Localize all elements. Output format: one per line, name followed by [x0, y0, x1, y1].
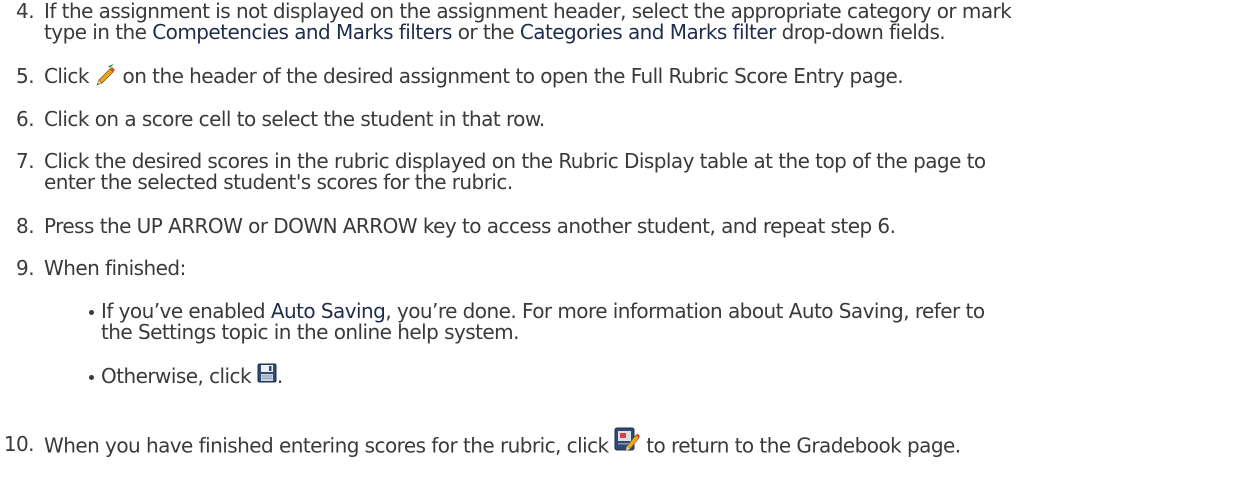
bullet-text-segment: . — [276, 364, 283, 388]
step-number: 8. — [16, 214, 35, 238]
bullet-dot — [89, 310, 94, 315]
step-text: Click on the header of the desired assig… — [44, 63, 904, 89]
return-to-gradebook-icon — [614, 426, 641, 452]
step-line: Click the desired scores in the rubric d… — [44, 149, 986, 173]
bullet-line: If you’ve enabled Auto Saving, you’re do… — [101, 301, 985, 322]
step-text-segment: Press the UP ARROW or DOWN ARROW key to … — [44, 214, 896, 238]
competencies-marks-filters-label: Competencies and Marks filters — [152, 20, 452, 44]
step-number: 6. — [16, 107, 35, 131]
step-line: type in the Competencies and Marks filte… — [44, 22, 1011, 43]
bullet-text-segment: Otherwise, click — [101, 364, 257, 388]
step-line: If the assignment is not displayed on th… — [44, 1, 1012, 22]
step-line: enter the selected student's scores for … — [44, 170, 513, 194]
save-icon — [257, 363, 277, 383]
step-text-segment: type in the — [44, 20, 153, 44]
step-text-segment: to return to the Gradebook page. — [640, 433, 961, 458]
step-text-segment: When finished: — [44, 256, 186, 280]
categories-marks-filter-label: Categories and Marks filter — [519, 20, 776, 44]
instruction-document: 4. If the assignment is not displayed on… — [0, 0, 1254, 489]
step-number: 10. — [3, 432, 35, 456]
step-text: Click on a score cell to select the stud… — [44, 109, 545, 130]
step-text: When you have finished entering scores f… — [44, 427, 961, 460]
step-number: 4. — [16, 0, 35, 23]
bullet-text: Otherwise, click . — [101, 363, 283, 388]
pencil-icon — [95, 63, 117, 86]
bullet-line: the Settings topic in the online help sy… — [101, 320, 519, 344]
step-text-segment: When you have finished entering scores f… — [44, 433, 615, 458]
step-text-segment: or the — [451, 20, 520, 44]
step-number: 5. — [16, 64, 35, 88]
step-text-segment: on the header of the desired assignment … — [116, 64, 904, 88]
step-text: When finished: — [44, 258, 186, 279]
bullet-text: If you’ve enabled Auto Saving, you’re do… — [101, 301, 985, 343]
step-text: Click the desired scores in the rubric d… — [44, 151, 986, 193]
step-text: If the assignment is not displayed on th… — [44, 1, 1012, 43]
step-number: 9. — [16, 256, 35, 280]
step-text-segment: drop-down fields. — [775, 20, 946, 44]
step-text-segment: Click — [44, 64, 95, 88]
bullet-dot — [89, 375, 94, 380]
step-number: 7. — [16, 149, 35, 173]
step-text: Press the UP ARROW or DOWN ARROW key to … — [44, 214, 896, 238]
step-text-segment: Click on a score cell to select the stud… — [44, 107, 545, 131]
